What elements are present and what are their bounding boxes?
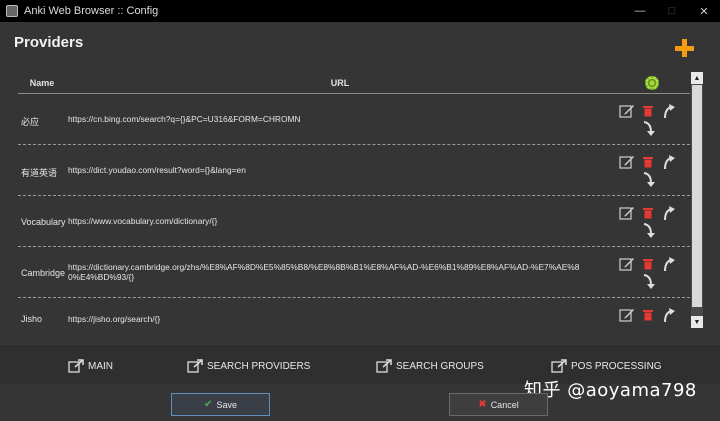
gear-icon[interactable] [645,75,659,90]
save-label: Save [216,399,237,410]
row-actions [614,298,690,328]
provider-url: https://jisho.org/search/{} [68,314,161,324]
edit-icon[interactable] [619,256,635,272]
trash-icon[interactable] [643,309,653,321]
provider-name: 必应 [21,117,40,127]
column-header-name[interactable]: Name [18,78,66,88]
edit-icon[interactable] [619,205,635,221]
nav-search-providers[interactable]: SEARCH PROVIDERS [187,359,310,373]
column-header-url[interactable]: URL [66,78,614,88]
arrow-down-icon[interactable] [642,223,656,239]
table-scrollbar[interactable]: ▲ ▼ [691,72,703,328]
edit-icon[interactable] [619,103,635,119]
edit-icon[interactable] [619,307,635,323]
nav-main[interactable]: MAIN [68,359,113,373]
scrollbar-thumb[interactable] [692,85,702,307]
provider-name: Vocabulary [21,217,66,227]
trash-icon[interactable] [643,105,653,117]
edit-icon[interactable] [619,154,635,170]
arrow-up-icon[interactable] [662,307,676,323]
provider-name: Jisho [21,314,43,324]
trash-icon[interactable] [643,207,653,219]
provider-url: https://dictionary.cambridge.org/zhs/%E8… [68,262,580,282]
save-button[interactable]: ✔ Save [171,393,270,416]
cancel-button[interactable]: ✖ Cancel [449,393,548,416]
nav-pos-processing-label: POS PROCESSING [571,360,662,372]
scroll-down-icon[interactable]: ▼ [691,316,703,328]
provider-name: Cambridge [21,268,66,278]
watermark: 知乎 @aoyama798 [524,380,697,401]
scroll-up-icon[interactable]: ▲ [691,72,703,84]
arrow-down-icon[interactable] [642,172,656,188]
cancel-label: Cancel [490,399,519,410]
close-button[interactable]: ✕ [688,0,720,22]
external-link-icon [551,359,567,373]
provider-url: https://www.vocabulary.com/dictionary/{} [68,216,218,226]
external-link-icon [187,359,203,373]
window-controls: — □ ✕ [624,0,720,22]
window-title: Anki Web Browser :: Config [24,5,159,17]
nav-search-providers-label: SEARCH PROVIDERS [207,360,311,372]
row-actions [614,196,690,246]
provider-url: https://dict.youdao.com/result?word={}&l… [68,165,246,175]
row-actions [614,94,690,144]
external-link-icon [68,359,84,373]
arrow-up-icon[interactable] [662,154,676,170]
provider-name: 有道英语 [21,168,58,178]
nav-search-groups[interactable]: SEARCH GROUPS [376,359,484,373]
arrow-down-icon[interactable] [642,121,656,137]
row-actions [614,247,690,297]
arrow-up-icon[interactable] [662,103,676,119]
trash-icon[interactable] [643,258,653,270]
row-actions [614,145,690,195]
check-icon: ✔ [204,399,213,410]
title-bar: Anki Web Browser :: Config — □ ✕ [0,0,720,22]
nav-main-label: MAIN [88,360,113,372]
nav-search-groups-label: SEARCH GROUPS [396,360,484,372]
table-header: Name URL [18,72,690,94]
table-row[interactable]: Cambridge https://dictionary.cambridge.o… [18,247,690,298]
provider-url: https://cn.bing.com/search?q={}&PC=U316&… [68,114,301,124]
table-row[interactable]: Vocabulary https://www.vocabulary.com/di… [18,196,690,247]
page-title: Providers [14,34,84,51]
nav-pos-processing[interactable]: POS PROCESSING [551,359,662,373]
maximize-button[interactable]: □ [656,0,688,22]
add-provider-button[interactable] [675,39,695,59]
arrow-up-icon[interactable] [662,256,676,272]
table-row[interactable]: 必应 https://cn.bing.com/search?q={}&PC=U3… [18,94,690,145]
providers-table: Name URL 必应 https://cn.bing.com/search?q… [18,72,690,328]
close-icon: ✖ [478,399,487,410]
external-link-icon [376,359,392,373]
trash-icon[interactable] [643,156,653,168]
minimize-button[interactable]: — [624,0,656,22]
table-row[interactable]: 有道英语 https://dict.youdao.com/result?word… [18,145,690,196]
table-row[interactable]: Jisho https://jisho.org/search/{} [18,298,690,328]
arrow-up-icon[interactable] [662,205,676,221]
arrow-down-icon[interactable] [642,274,656,290]
app-icon [6,5,18,17]
settings-column [614,75,690,90]
